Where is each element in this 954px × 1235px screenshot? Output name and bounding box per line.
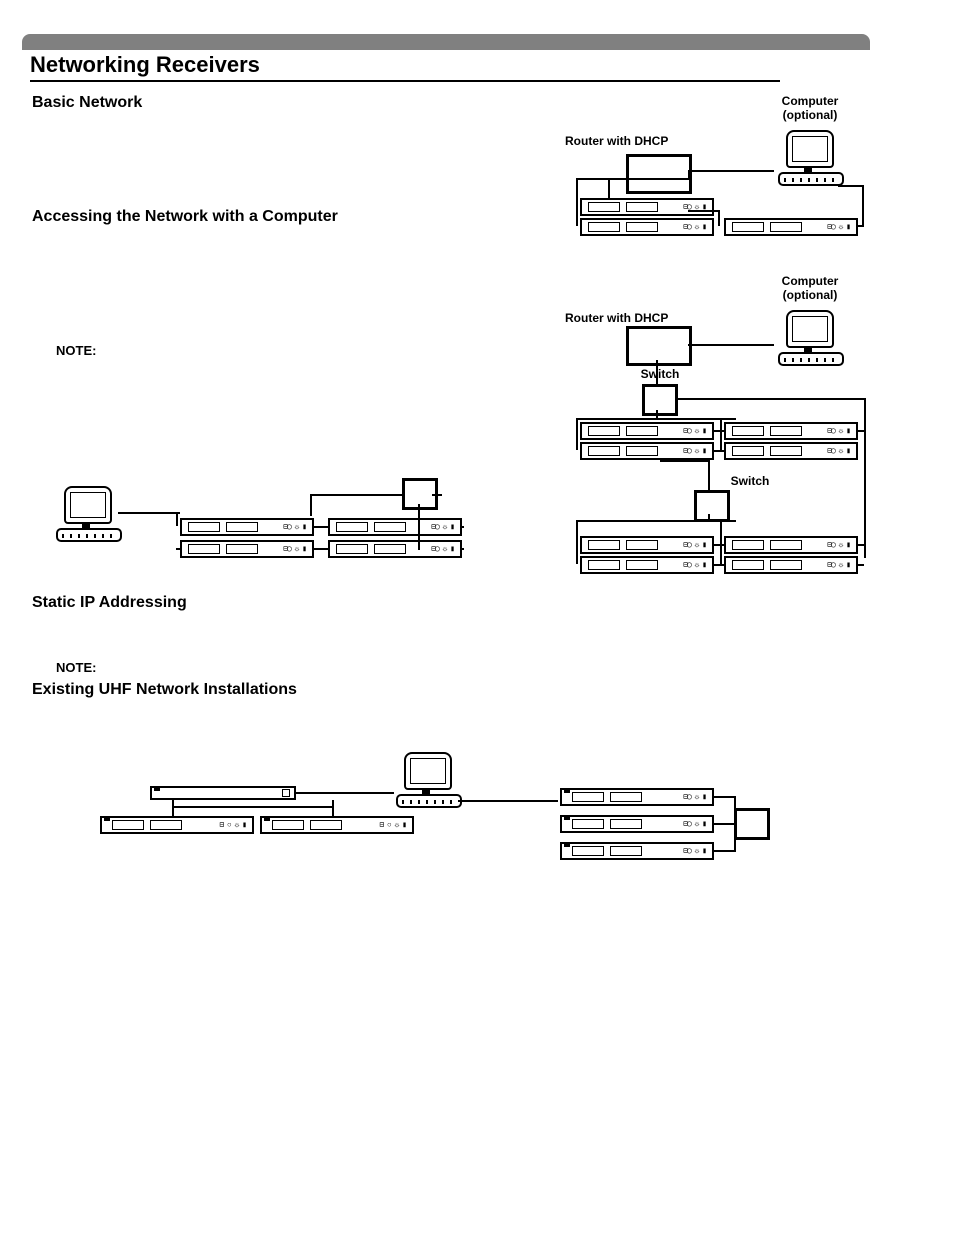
receiver-icon: ⊟◯ ☼ ▮	[724, 536, 858, 554]
label-router-2: Router with DHCP	[565, 312, 705, 326]
computer-icon	[778, 130, 840, 186]
computer-icon	[56, 486, 118, 542]
header-bar	[22, 34, 870, 50]
receiver-icon: ⊟◯ ☼ ▮	[580, 442, 714, 460]
label-computer-optional-1: Computer (optional)	[770, 95, 850, 123]
page: Networking Receivers Basic Network Acces…	[0, 0, 954, 1235]
label-computer-optional-2: Computer (optional)	[770, 275, 850, 303]
router-icon	[626, 326, 692, 366]
receiver-icon: ⊟◯ ☼ ▮	[724, 556, 858, 574]
receiver-icon: ⊟◯ ☼ ▮	[180, 518, 314, 536]
receiver-icon: ⊟◯ ☼ ▮	[724, 442, 858, 460]
uhf-receiver-icon: ⊟ ○ ☼ ▮	[100, 816, 254, 834]
computer-icon	[396, 752, 458, 808]
switch-icon	[734, 808, 770, 840]
heading-existing-uhf: Existing UHF Network Installations	[32, 681, 297, 699]
receiver-icon: ⊟◯ ☼ ▮	[724, 218, 858, 236]
heading-basic-network: Basic Network	[32, 94, 142, 112]
router-icon	[626, 154, 692, 194]
computer-icon	[778, 310, 840, 366]
uhf-receiver-icon: ⊟◯ ☼ ▮	[560, 842, 714, 860]
receiver-icon: ⊟◯ ☼ ▮	[580, 218, 714, 236]
label-switch-2: Switch	[720, 475, 780, 489]
receiver-icon: ⊟◯ ☼ ▮	[580, 536, 714, 554]
uhf-rack-icon	[150, 786, 296, 800]
note-1: NOTE:	[56, 343, 96, 358]
receiver-icon: ⊟◯ ☼ ▮	[328, 518, 462, 536]
receiver-icon: ⊟◯ ☼ ▮	[580, 422, 714, 440]
page-title: Networking Receivers	[30, 52, 260, 78]
uhf-receiver-icon: ⊟◯ ☼ ▮	[560, 788, 714, 806]
receiver-icon: ⊟◯ ☼ ▮	[180, 540, 314, 558]
receiver-icon: ⊟◯ ☼ ▮	[724, 422, 858, 440]
heading-accessing: Accessing the Network with a Computer	[32, 208, 338, 226]
heading-static-ip: Static IP Addressing	[32, 594, 187, 612]
switch-icon	[642, 384, 678, 416]
receiver-icon: ⊟◯ ☼ ▮	[328, 540, 462, 558]
uhf-receiver-icon: ⊟◯ ☼ ▮	[560, 815, 714, 833]
receiver-icon: ⊟◯ ☼ ▮	[580, 556, 714, 574]
label-router-1: Router with DHCP	[565, 135, 705, 149]
title-rule	[30, 80, 780, 82]
label-switch-1: Switch	[630, 368, 690, 382]
receiver-icon: ⊟◯ ☼ ▮	[580, 198, 714, 216]
switch-icon	[694, 490, 730, 522]
note-2: NOTE:	[56, 660, 96, 675]
uhf-receiver-icon: ⊟ ○ ☼ ▮	[260, 816, 414, 834]
